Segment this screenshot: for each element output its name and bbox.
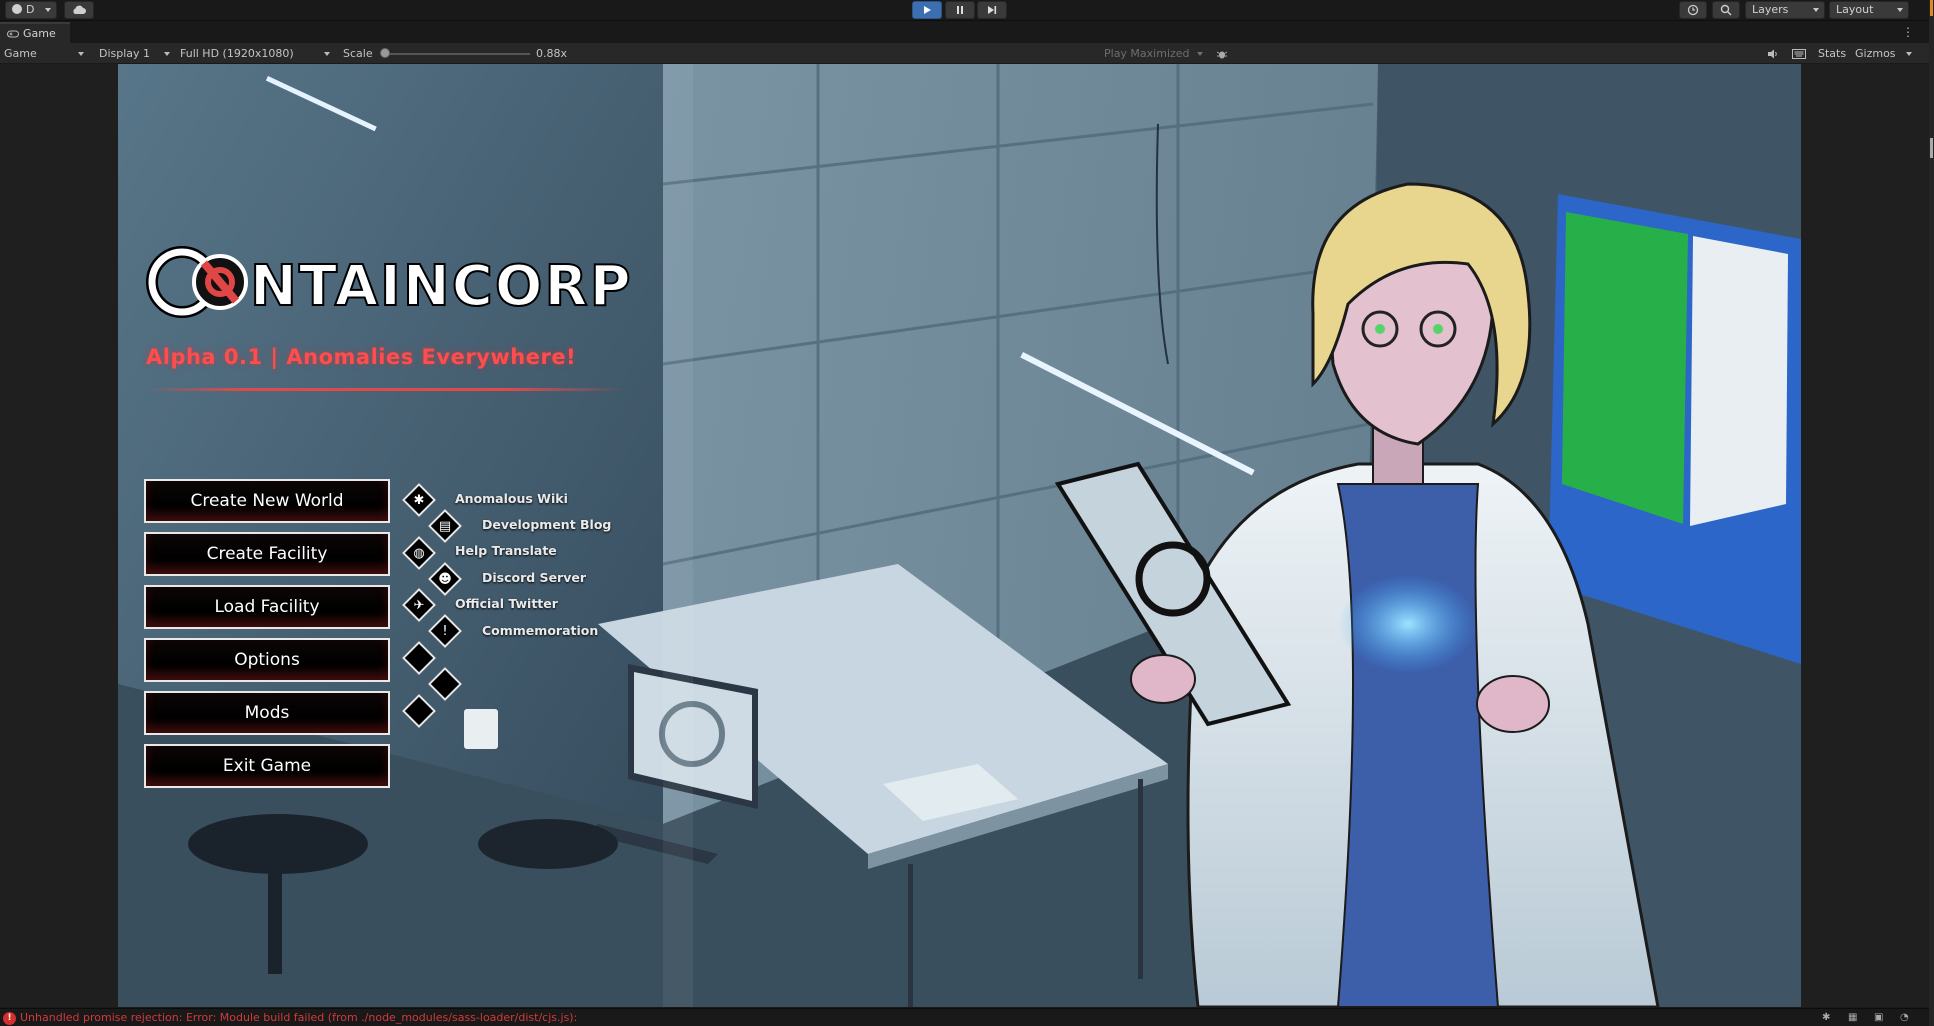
view-mode-dropdown[interactable]: Game bbox=[4, 43, 88, 64]
history-button[interactable] bbox=[1679, 1, 1707, 19]
display-label: Display 1 bbox=[99, 47, 151, 60]
development-blog-link[interactable]: Development Blog bbox=[482, 517, 611, 532]
layout-label: Layout bbox=[1836, 3, 1874, 16]
official-twitter-link[interactable]: Official Twitter bbox=[455, 596, 558, 611]
pause-icon bbox=[957, 6, 963, 14]
tab-game[interactable]: Game bbox=[0, 22, 70, 43]
chevron-down-icon bbox=[45, 8, 51, 12]
gamepad-icon bbox=[7, 30, 19, 37]
status-bar: ! Unhandled promise rejection: Error: Mo… bbox=[0, 1008, 1934, 1026]
debug-toggle[interactable] bbox=[1216, 43, 1228, 64]
progress-icon[interactable]: ◔ bbox=[1900, 1012, 1912, 1024]
cloud-icon bbox=[73, 5, 86, 14]
history-icon bbox=[1687, 4, 1699, 16]
empty-link-slot[interactable] bbox=[402, 694, 436, 728]
window-scroll-edge bbox=[1929, 0, 1934, 1026]
account-label: D bbox=[26, 3, 35, 16]
help-translate-link[interactable]: Help Translate bbox=[455, 543, 557, 558]
play-mode-label: Play Maximized bbox=[1104, 47, 1190, 60]
pause-button[interactable] bbox=[945, 1, 975, 19]
game-scene: NTAINCORP Alpha 0.1 | Anomalies Everywhe… bbox=[118, 64, 1801, 1007]
discord-server-link[interactable]: Discord Server bbox=[482, 570, 586, 585]
play-icon bbox=[924, 6, 931, 14]
containcorp-logo: NTAINCORP bbox=[146, 246, 633, 320]
view-mode-label: Game bbox=[4, 47, 37, 60]
resolution-label: Full HD (1920x1080) bbox=[180, 47, 294, 60]
debug-icon[interactable]: ✱ bbox=[1822, 1012, 1834, 1024]
create-new-world-button[interactable]: Create New World bbox=[144, 479, 390, 523]
layout-dropdown[interactable]: Layout bbox=[1829, 1, 1909, 19]
exit-game-button[interactable]: Exit Game bbox=[144, 744, 390, 788]
scrollbar-thumb[interactable] bbox=[1930, 138, 1933, 158]
step-icon bbox=[988, 6, 997, 14]
layers-dropdown[interactable]: Layers bbox=[1745, 1, 1825, 19]
tab-game-label: Game bbox=[23, 27, 56, 40]
play-button[interactable] bbox=[912, 1, 942, 19]
gizmos-button[interactable]: Gizmos bbox=[1855, 43, 1896, 64]
console-error-message[interactable]: Unhandled promise rejection: Error: Modu… bbox=[20, 1011, 577, 1024]
cloud-button[interactable] bbox=[64, 1, 94, 19]
chevron-down-icon bbox=[324, 52, 330, 56]
bug-icon bbox=[1216, 51, 1228, 59]
commemoration-link[interactable]: Commemoration bbox=[482, 623, 598, 638]
game-view-toolbar: Game Display 1 Full HD (1920x1080) Scale… bbox=[0, 43, 1934, 64]
game-subtitle: Alpha 0.1 | Anomalies Everywhere! bbox=[146, 345, 577, 369]
subtitle-underline bbox=[146, 388, 626, 391]
scale-value: 0.88x bbox=[536, 47, 568, 60]
chevron-down-icon bbox=[1897, 8, 1903, 12]
scale-label: Scale bbox=[343, 47, 373, 60]
layers-label: Layers bbox=[1752, 3, 1789, 16]
shortcut-toggle[interactable] bbox=[1792, 43, 1806, 64]
mods-button[interactable]: Mods bbox=[144, 691, 390, 735]
search-button[interactable] bbox=[1712, 1, 1740, 19]
search-icon bbox=[1720, 4, 1732, 16]
game-viewport[interactable]: NTAINCORP Alpha 0.1 | Anomalies Everywhe… bbox=[0, 64, 1934, 1007]
account-icon bbox=[12, 4, 22, 14]
chevron-down-icon bbox=[164, 52, 170, 56]
audio-toggle[interactable] bbox=[1767, 43, 1779, 64]
bake-icon[interactable]: ▦ bbox=[1848, 1012, 1860, 1024]
cache-icon[interactable]: ▣ bbox=[1874, 1012, 1886, 1024]
scale-slider-track[interactable] bbox=[386, 53, 530, 55]
keyboard-icon bbox=[1792, 49, 1806, 59]
load-facility-button[interactable]: Load Facility bbox=[144, 585, 390, 629]
error-icon: ! bbox=[3, 1012, 16, 1025]
chevron-down-icon bbox=[1813, 8, 1819, 12]
resolution-dropdown[interactable]: Full HD (1920x1080) bbox=[180, 43, 330, 64]
account-dropdown[interactable]: D bbox=[5, 1, 57, 19]
speaker-icon bbox=[1768, 49, 1777, 59]
chevron-down-icon bbox=[1906, 52, 1912, 56]
svg-text:NTAINCORP: NTAINCORP bbox=[250, 254, 633, 319]
chevron-down-icon bbox=[78, 52, 84, 56]
notification-marker bbox=[1930, 0, 1933, 16]
tab-bar: Game ⋮ bbox=[0, 22, 1934, 43]
main-toolbar: D Layers Layout bbox=[0, 0, 1934, 21]
play-mode-dropdown[interactable]: Play Maximized bbox=[1104, 43, 1190, 64]
options-button[interactable]: Options bbox=[144, 638, 390, 682]
chevron-down-icon bbox=[1197, 52, 1203, 56]
create-facility-button[interactable]: Create Facility bbox=[144, 532, 390, 576]
step-button[interactable] bbox=[977, 1, 1007, 19]
scale-slider-thumb[interactable] bbox=[380, 48, 390, 58]
anomalous-wiki-link[interactable]: Anomalous Wiki bbox=[455, 491, 568, 506]
more-options-icon[interactable]: ⋮ bbox=[1902, 25, 1914, 39]
stats-button[interactable]: Stats bbox=[1818, 43, 1846, 64]
